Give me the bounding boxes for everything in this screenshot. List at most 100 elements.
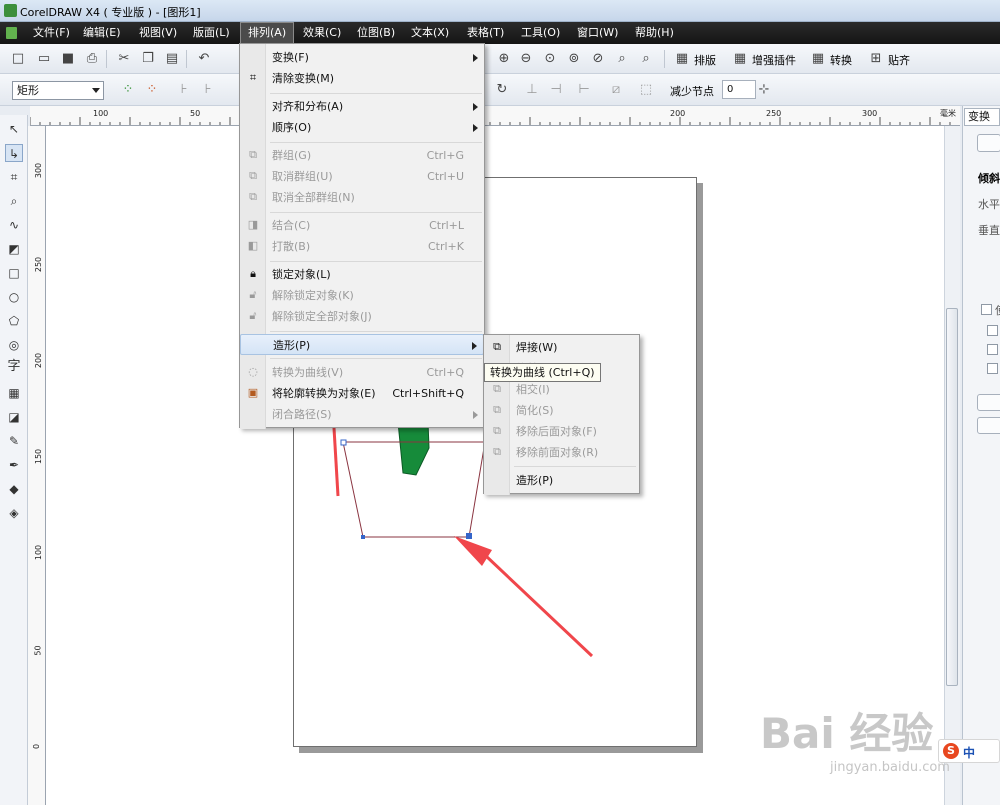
join-nodes-icon[interactable]: ⊦ <box>176 82 192 98</box>
submenu-item-intersect[interactable]: ⧉ 相交(I) <box>484 379 639 400</box>
text-tool-icon[interactable]: 字 <box>5 358 23 376</box>
interactive-fill-tool-icon[interactable]: ◈ <box>5 504 23 522</box>
convert-plugin-label[interactable]: 转换 <box>830 52 852 68</box>
node-handle[interactable] <box>361 535 365 539</box>
menu-bitmaps[interactable]: 位图(B) <box>350 22 402 44</box>
polygon-tool-icon[interactable]: ⬠ <box>5 312 23 330</box>
menu-effects[interactable]: 效果(C) <box>296 22 348 44</box>
anchor-checkbox[interactable] <box>987 363 998 374</box>
rectangle-tool-icon[interactable]: □ <box>5 264 23 282</box>
open-icon[interactable]: ▭ <box>36 51 52 67</box>
align-node-icon[interactable]: ⊥ <box>524 82 540 98</box>
zoom-page-icon[interactable]: ⊘ <box>590 51 606 67</box>
distribute-node-icon[interactable]: ⊢ <box>576 82 592 98</box>
menu-item-unlock-all[interactable]: 🔓︎ 解除锁定全部对象(J) <box>240 306 484 327</box>
fill-tool-icon[interactable]: ◆ <box>5 480 23 498</box>
crop-tool-icon[interactable]: ⌗ <box>5 168 23 186</box>
zoom-tool-icon[interactable]: ⌕ <box>5 192 23 210</box>
convert-plugin-icon[interactable]: ▦ <box>810 51 826 67</box>
menu-item-order[interactable]: 顺序(O) <box>240 117 484 138</box>
basic-shapes-tool-icon[interactable]: ◎ <box>5 336 23 354</box>
cut-icon[interactable]: ✂ <box>116 51 132 67</box>
menu-item-lock-object[interactable]: 🔒︎ 锁定对象(L) <box>240 264 484 285</box>
anchor-checkbox[interactable] <box>987 344 998 355</box>
apply-button[interactable] <box>977 394 1000 411</box>
menu-item-ungroup-all[interactable]: ⧉ 取消全部群组(N) <box>240 187 484 208</box>
zoom-all-icon[interactable]: ⊚ <box>566 51 582 67</box>
reduce-nodes-input[interactable]: 0 <box>722 80 756 99</box>
menu-tools[interactable]: 工具(O) <box>514 22 567 44</box>
menu-item-unlock-object[interactable]: 🔓︎ 解除锁定对象(K) <box>240 285 484 306</box>
delete-node-icon[interactable]: ⁘ <box>144 82 160 98</box>
stretch-node-icon[interactable]: ⊣ <box>548 82 564 98</box>
menu-item-convert-to-curves[interactable]: ◌ 转换为曲线(V) Ctrl+Q <box>240 362 484 383</box>
paste-icon[interactable]: ▤ <box>164 51 180 67</box>
shape-type-select[interactable]: 矩形 <box>12 81 104 100</box>
menu-item-transform[interactable]: 变换(F) <box>240 47 484 68</box>
snap-icon[interactable]: ⊞ <box>868 51 884 67</box>
enhance-plugin-icon[interactable]: ▦ <box>732 51 748 67</box>
menu-item-align-distribute[interactable]: 对齐和分布(A) <box>240 96 484 117</box>
submenu-item-weld[interactable]: ⧉ 焊接(W) <box>484 337 639 358</box>
pick-tool-icon[interactable]: ↖ <box>5 120 23 138</box>
menu-arrange[interactable]: 排列(A) <box>240 22 295 44</box>
layout-plugin-icon[interactable]: ▦ <box>674 51 690 67</box>
node-handle[interactable] <box>466 533 472 539</box>
zoom-in-icon[interactable]: ⊕ <box>496 51 512 67</box>
layout-plugin-label[interactable]: 排版 <box>694 52 716 68</box>
menu-view[interactable]: 视图(V) <box>132 22 184 44</box>
position-button[interactable] <box>977 134 1000 152</box>
add-node-icon[interactable]: ⁘ <box>120 82 136 98</box>
menu-item-clear-transform[interactable]: ⌗ 清除变换(M) <box>240 68 484 89</box>
menu-item-group[interactable]: ⧉ 群组(G) Ctrl+G <box>240 145 484 166</box>
node-handle[interactable] <box>340 439 347 446</box>
break-curve-icon[interactable]: ⊦ <box>200 82 216 98</box>
menu-table[interactable]: 表格(T) <box>460 22 511 44</box>
submenu-item-back-minus-front[interactable]: ⧉ 移除后面对象(F) <box>484 421 639 442</box>
zoom-out-icon[interactable]: ⊖ <box>518 51 534 67</box>
spinner-icon[interactable]: ⊹ <box>756 82 772 98</box>
save-icon[interactable]: ■ <box>60 51 76 67</box>
enhance-plugin-label[interactable]: 增强插件 <box>752 52 796 68</box>
outline-tool-icon[interactable]: ✒ <box>5 456 23 474</box>
zoom-width-icon[interactable]: ⌕ <box>614 51 630 67</box>
submenu-item-simplify[interactable]: ⧉ 简化(S) <box>484 400 639 421</box>
shape-tool-icon[interactable]: ↳ <box>5 144 23 162</box>
undo-icon[interactable]: ↶ <box>196 51 212 67</box>
menu-layout[interactable]: 版面(L) <box>186 22 237 44</box>
rotate-node-icon[interactable]: ↻ <box>494 82 510 98</box>
submenu-item-front-minus-back[interactable]: ⧉ 移除前面对象(R) <box>484 442 639 463</box>
copy-icon[interactable]: ❐ <box>140 51 156 67</box>
menu-item-close-path[interactable]: 闭合路径(S) <box>240 404 484 425</box>
ime-indicator[interactable]: S 中 <box>938 739 1000 763</box>
menu-item-outline-to-object[interactable]: ▣ 将轮廓转换为对象(E) Ctrl+Shift+Q <box>240 383 484 404</box>
green-shape[interactable] <box>397 421 430 476</box>
submenu-item-shaping[interactable]: 造形(P) <box>484 470 639 491</box>
menu-edit[interactable]: 编辑(E) <box>76 22 128 44</box>
menu-item-break-apart[interactable]: ◧ 打散(B) Ctrl+K <box>240 236 484 257</box>
table-tool-icon[interactable]: ▦ <box>5 384 23 402</box>
apply-copy-button[interactable] <box>977 417 1000 434</box>
print-icon[interactable]: ⎙ <box>84 51 100 67</box>
smart-fill-tool-icon[interactable]: ◩ <box>5 240 23 258</box>
new-icon[interactable]: □ <box>10 51 26 67</box>
horizontal-ruler[interactable]: 100 50 200 250 300 毫米 <box>30 106 960 126</box>
select-all-nodes-icon[interactable]: ⬚ <box>638 82 654 98</box>
freehand-tool-icon[interactable]: ∿ <box>5 216 23 234</box>
eyedropper-tool-icon[interactable]: ✎ <box>5 432 23 450</box>
reflect-node-icon[interactable]: ⧄ <box>608 82 624 98</box>
menu-window[interactable]: 窗口(W) <box>570 22 625 44</box>
menu-file[interactable]: 文件(F) <box>26 22 77 44</box>
zoom-height-icon[interactable]: ⌕ <box>638 51 654 67</box>
menu-text[interactable]: 文本(X) <box>404 22 456 44</box>
snap-label[interactable]: 贴齐 <box>888 52 910 68</box>
menu-item-ungroup[interactable]: ⧉ 取消群组(U) Ctrl+U <box>240 166 484 187</box>
interactive-blend-tool-icon[interactable]: ◪ <box>5 408 23 426</box>
menu-item-combine[interactable]: ◨ 结合(C) Ctrl+L <box>240 215 484 236</box>
use-anchor-checkbox[interactable] <box>981 304 992 315</box>
menu-help[interactable]: 帮助(H) <box>628 22 681 44</box>
ellipse-tool-icon[interactable]: ○ <box>5 288 23 306</box>
vertical-ruler[interactable]: 300 250 200 150 100 50 0 <box>28 126 46 805</box>
anchor-checkbox[interactable] <box>987 325 998 336</box>
scrollbar-thumb[interactable] <box>946 308 958 686</box>
